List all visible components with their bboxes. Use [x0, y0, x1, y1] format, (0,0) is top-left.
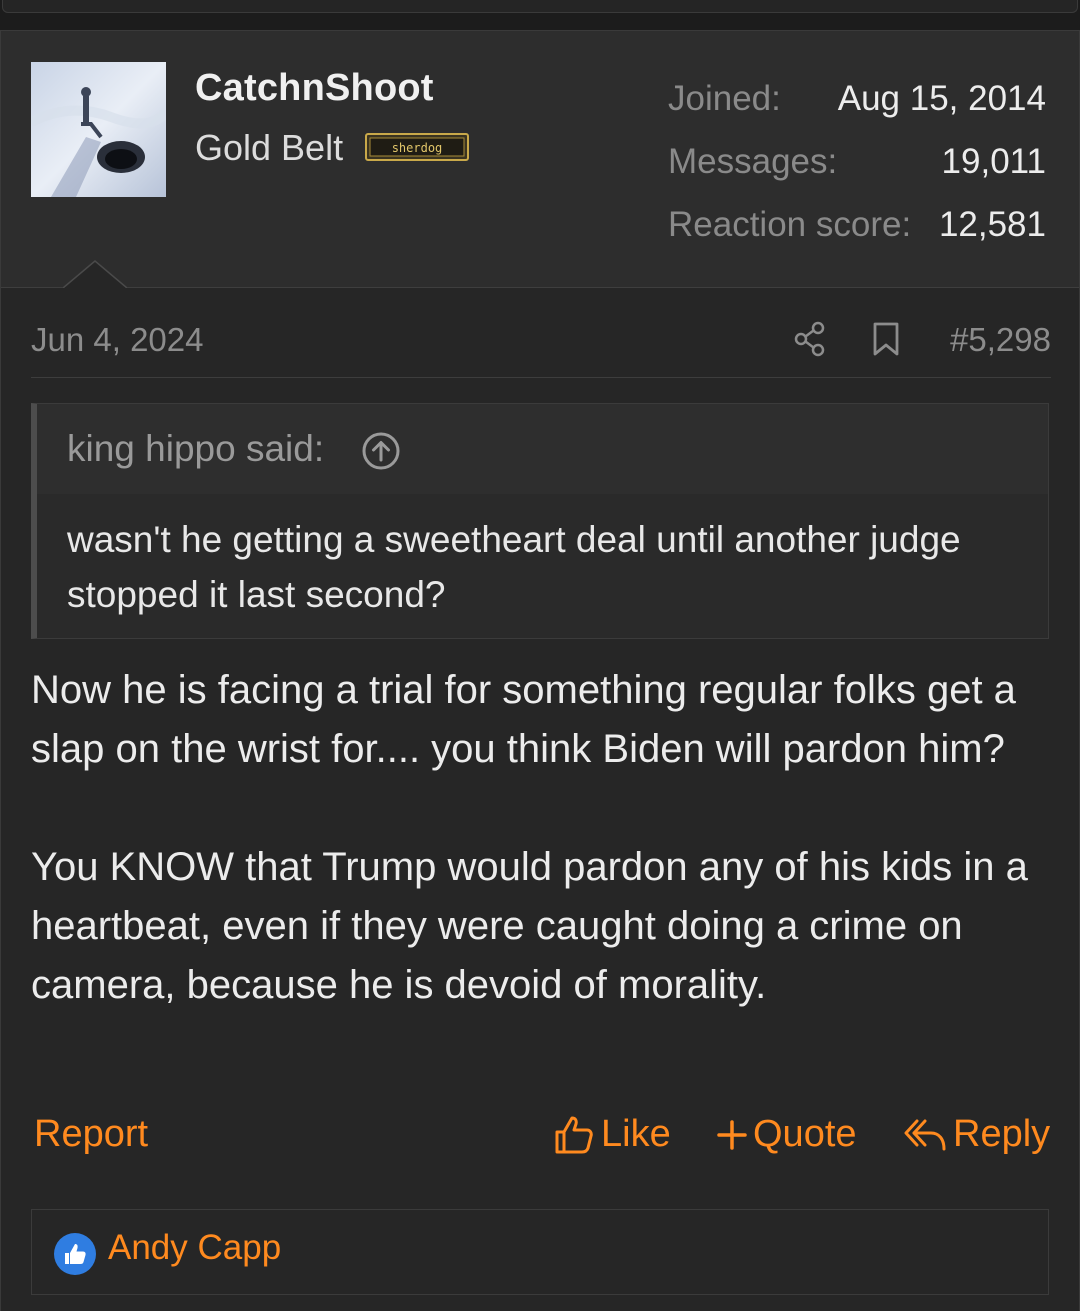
stat-joined: Joined: Aug 15, 2014 [668, 79, 1046, 142]
post-meta: Jun 4, 2024 #5,298 [31, 319, 1051, 378]
like-label: Like [601, 1113, 671, 1155]
stat-label: Messages: [668, 142, 838, 181]
share-icon[interactable] [793, 321, 827, 357]
quote-button[interactable]: Quote [717, 1113, 857, 1156]
quote-text: wasn't he getting a sweetheart deal unti… [67, 519, 961, 615]
report-label: Report [34, 1113, 149, 1155]
user-info-block: CatchnShoot Gold Belt sherdog Joined: Au… [1, 31, 1079, 288]
quote-block: king hippo said: wasn't he getting a swe… [31, 403, 1049, 639]
quote-header: king hippo said: [37, 404, 1048, 494]
quote-author[interactable]: king hippo said: [67, 428, 324, 470]
stat-label: Joined: [668, 79, 781, 118]
stat-value[interactable]: 19,011 [942, 142, 1046, 182]
post-body: Now he is facing a trial for something r… [31, 661, 1061, 1015]
stat-messages: Messages: 19,011 [668, 142, 1046, 205]
like-button[interactable]: Like [553, 1113, 671, 1156]
stat-reaction-score: Reaction score: 12,581 [668, 205, 1046, 268]
previous-post-edge [0, 0, 1080, 14]
reactions-bar[interactable]: Andy Capp [31, 1209, 1049, 1295]
user-stats: Joined: Aug 15, 2014 Messages: 19,011 Re… [668, 79, 1046, 268]
arrow-up-circle-icon[interactable] [361, 431, 401, 471]
user-block-pointer-icon [63, 260, 127, 288]
stat-value: Aug 15, 2014 [837, 79, 1046, 118]
gold-belt-badge-icon: sherdog [365, 133, 469, 161]
stat-value: 12,581 [938, 205, 1046, 244]
badge-text: sherdog [392, 141, 443, 155]
post-date[interactable]: Jun 4, 2024 [31, 321, 203, 359]
reply-arrow-icon [903, 1115, 947, 1155]
reply-button[interactable]: Reply [903, 1113, 1050, 1156]
reaction-user-link[interactable]: Andy Capp [108, 1228, 281, 1268]
thumbs-up-icon [553, 1114, 595, 1156]
user-title: Gold Belt [195, 127, 344, 168]
bookmark-icon[interactable] [871, 321, 901, 357]
report-button[interactable]: Report [34, 1113, 148, 1156]
stat-label: Reaction score: [668, 205, 912, 244]
post-actions: Report Like Quote Reply [31, 1113, 1051, 1173]
post-paragraph: Now he is facing a trial for something r… [31, 668, 1016, 771]
reply-label: Reply [953, 1113, 1051, 1155]
post-paragraph: You KNOW that Trump would pardon any of … [31, 845, 1028, 1007]
like-reaction-icon [54, 1233, 96, 1275]
forum-post: CatchnShoot Gold Belt sherdog Joined: Au… [0, 30, 1080, 1311]
username[interactable]: CatchnShoot [195, 67, 434, 110]
quote-label: Quote [753, 1113, 857, 1155]
post-number[interactable]: #5,298 [950, 321, 1051, 359]
user-avatar[interactable] [31, 62, 166, 197]
plus-icon [717, 1119, 747, 1150]
